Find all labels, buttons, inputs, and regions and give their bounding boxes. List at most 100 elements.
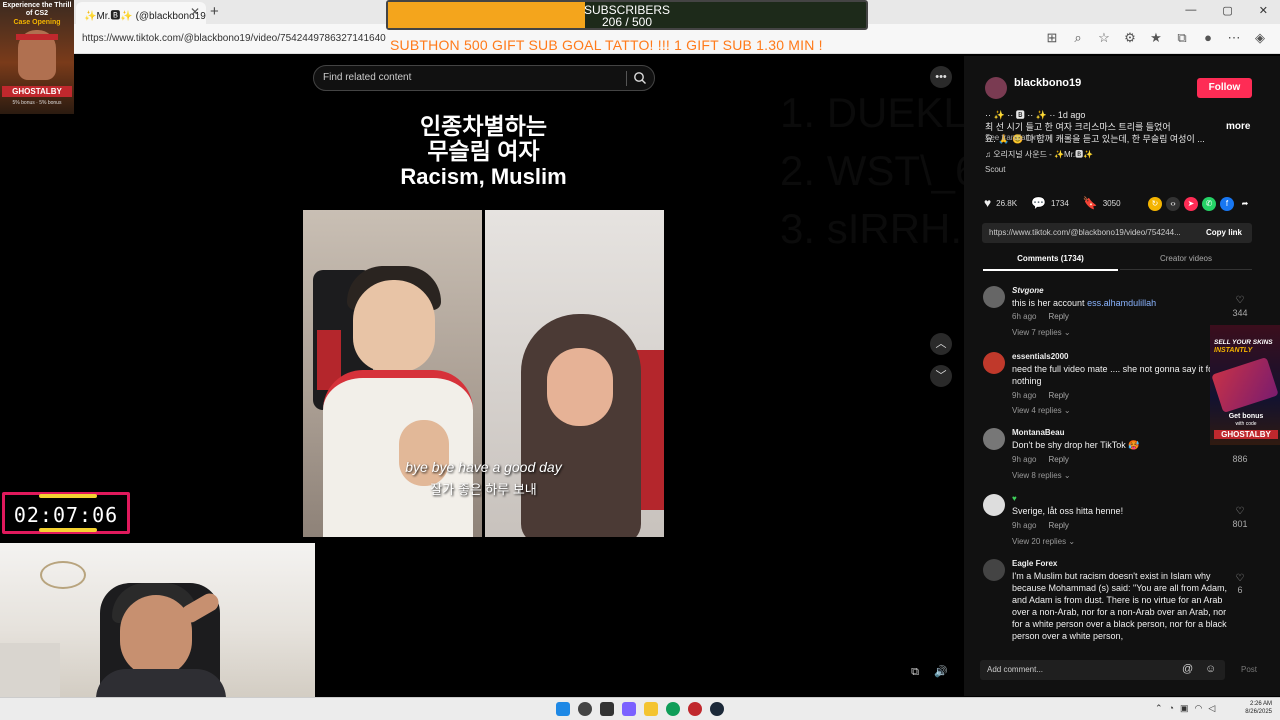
reply-button[interactable]: Reply <box>1048 312 1068 321</box>
zoom-icon[interactable]: ⌕ <box>1070 30 1086 46</box>
more-options-button[interactable]: ••• <box>930 66 952 88</box>
reply-button[interactable]: Reply <box>1048 521 1068 530</box>
extensions-icon[interactable]: ⚙ <box>1122 30 1138 46</box>
commenter-avatar[interactable] <box>983 559 1005 581</box>
see-translation-link[interactable]: See translation <box>985 133 1038 142</box>
tab-comments[interactable]: Comments (1734) <box>983 254 1118 271</box>
next-video-button[interactable]: ﹀ <box>930 365 952 387</box>
search-taskbar-icon[interactable] <box>578 702 592 716</box>
copilot-icon[interactable]: ◈ <box>1252 30 1268 46</box>
wifi-icon[interactable]: ◠ <box>1195 703 1203 714</box>
like-icon[interactable]: ♥ <box>984 196 991 210</box>
profile-icon[interactable]: ● <box>1200 30 1216 46</box>
description-more-link[interactable]: more <box>1226 121 1250 132</box>
description-line: 최 선 시기 들고 한 여자 크리스마스 트리를 들었어 <box>985 122 1171 132</box>
commenter-name[interactable]: Eagle Forex <box>1012 559 1057 568</box>
view-replies-link[interactable]: View 8 replies ⌄ <box>1012 471 1071 480</box>
related-search-bar[interactable]: Find related content <box>313 65 655 91</box>
collections-icon[interactable]: ⧉ <box>1174 30 1190 46</box>
edge-icon[interactable] <box>666 702 680 716</box>
share-options: ↻ ‹› ➤ ✆ f ➦ <box>1148 197 1252 211</box>
subscriber-count: 206 / 500 <box>601 15 653 29</box>
embed-icon[interactable]: ‹› <box>1166 197 1180 211</box>
facebook-icon[interactable]: f <box>1220 197 1234 211</box>
tray-expand-icon[interactable]: ⌃ <box>1155 703 1163 714</box>
sound-link[interactable]: ♫ 오리지널 사운드 - ✨Mr.🅱✨ <box>985 149 1093 160</box>
share-arrow-icon[interactable]: ➦ <box>1238 197 1252 211</box>
commenter-name[interactable]: essentials2000 <box>1012 352 1069 361</box>
view-replies-link[interactable]: View 7 replies ⌄ <box>1012 328 1071 337</box>
menu-icon[interactable]: ⋯ <box>1226 30 1242 46</box>
commenter-avatar[interactable] <box>983 428 1005 450</box>
comment-like-count: 801 <box>1232 519 1248 529</box>
clock-time: 2:26 AM <box>1249 701 1272 707</box>
picture-in-picture-icon[interactable]: ⧉ <box>904 661 926 683</box>
app-tray-icon[interactable]: ▣ <box>1180 703 1189 714</box>
sponsor-ad-right[interactable]: SELL YOUR SKINS INSTANTLY Get bonus with … <box>1210 325 1280 445</box>
view-replies-link[interactable]: View 4 replies ⌄ <box>1012 406 1071 415</box>
streamer-face <box>120 595 192 677</box>
close-tab-icon[interactable]: ✕ <box>190 5 200 19</box>
commenter-name[interactable]: ♥ <box>1012 494 1017 503</box>
video-caption-english: bye bye have a good day <box>405 459 562 475</box>
tab-creator-videos[interactable]: Creator videos <box>1120 254 1252 270</box>
bookmark-icon[interactable]: 🔖 <box>1083 196 1098 210</box>
favorite-icon[interactable]: ☆ <box>1096 30 1112 46</box>
copilot-taskbar-icon[interactable] <box>622 702 636 716</box>
start-icon[interactable] <box>556 702 570 716</box>
minimize-icon[interactable]: — <box>1185 4 1196 17</box>
timer-accent-top <box>39 494 97 498</box>
commenter-name[interactable]: MontanaBeau <box>1012 428 1064 437</box>
repost-icon[interactable]: ↻ <box>1148 197 1162 211</box>
emoji-icon[interactable]: ☺ <box>1205 663 1216 675</box>
mention-icon[interactable]: @ <box>1182 663 1193 675</box>
new-tab-icon[interactable]: + <box>210 3 219 20</box>
browser-tab[interactable]: ✨Mr.🅱✨ (@blackbono19 ✕ <box>76 2 206 24</box>
apps-icon[interactable]: ⊞ <box>1044 30 1060 46</box>
steam-icon[interactable] <box>710 702 724 716</box>
speaker-icon[interactable]: ◁ <box>1208 703 1215 714</box>
comment-icon[interactable]: 💬 <box>1031 196 1046 210</box>
sponsor-ad-left[interactable]: Experience the Thrill of CS2 Case Openin… <box>0 0 74 114</box>
search-icon[interactable] <box>633 71 647 85</box>
maximize-icon[interactable]: ▢ <box>1222 4 1232 17</box>
follow-button[interactable]: Follow <box>1197 78 1252 98</box>
commenter-avatar[interactable] <box>983 286 1005 308</box>
comment-like-icon[interactable]: ♡ <box>1231 506 1249 517</box>
file-explorer-icon[interactable] <box>644 702 658 716</box>
commenter-name[interactable]: Stvgone <box>1012 286 1044 295</box>
comment-meta: 9h ago Reply <box>1012 521 1069 530</box>
send-icon[interactable]: ➤ <box>1184 197 1198 211</box>
comment-text: this is her account ess.alhamdulillah <box>1012 298 1157 308</box>
volume-icon[interactable]: 🔊 <box>930 661 952 683</box>
mention-link[interactable]: ess.alhamdulillah <box>1087 298 1156 308</box>
favorites-icon[interactable]: ★ <box>1148 30 1164 46</box>
system-clock[interactable]: 2:26 AM 8/26/2025 <box>1240 700 1272 716</box>
copy-link-button[interactable]: Copy link <box>1206 228 1242 237</box>
video-title-korean: 인종차별하는 무슬림 여자 <box>303 114 664 164</box>
url-field[interactable]: https://www.tiktok.com/@blackbono19/vide… <box>82 33 386 44</box>
commenter-avatar[interactable] <box>983 494 1005 516</box>
post-comment-button[interactable]: Post <box>1241 665 1257 674</box>
video-caption-korean: 잘가 좋은 하루 보내 <box>430 482 537 497</box>
comment-like-icon[interactable]: ♡ <box>1231 295 1249 306</box>
creator-avatar[interactable] <box>985 77 1007 99</box>
share-link-url[interactable]: https://www.tiktok.com/@blackbono19/vide… <box>989 228 1181 237</box>
app-icon[interactable] <box>688 702 702 716</box>
sound-tag[interactable]: Scout <box>985 165 1005 174</box>
network-icon[interactable]: ◔ <box>1169 703 1174 714</box>
view-replies-link[interactable]: View 20 replies ⌄ <box>1012 537 1075 546</box>
ceiling-lamp <box>40 561 86 589</box>
whatsapp-icon[interactable]: ✆ <box>1202 197 1216 211</box>
reply-button[interactable]: Reply <box>1048 455 1068 464</box>
windows-taskbar: ⌃ ◔ ▣ ◠ ◁ 2:26 AM 8/26/2025 <box>0 697 1280 720</box>
creator-username[interactable]: blackbono19 <box>1014 77 1081 89</box>
reply-button[interactable]: Reply <box>1048 391 1068 400</box>
comment-input[interactable]: Add comment... @ ☺ <box>980 660 1225 680</box>
task-view-icon[interactable] <box>600 702 614 716</box>
close-window-icon[interactable]: ✕ <box>1259 4 1268 17</box>
comment-like-icon[interactable]: ♡ <box>1231 573 1249 584</box>
commenter-avatar[interactable] <box>983 352 1005 374</box>
taskbar-apps <box>556 702 724 716</box>
previous-video-button[interactable]: ︿ <box>930 333 952 355</box>
